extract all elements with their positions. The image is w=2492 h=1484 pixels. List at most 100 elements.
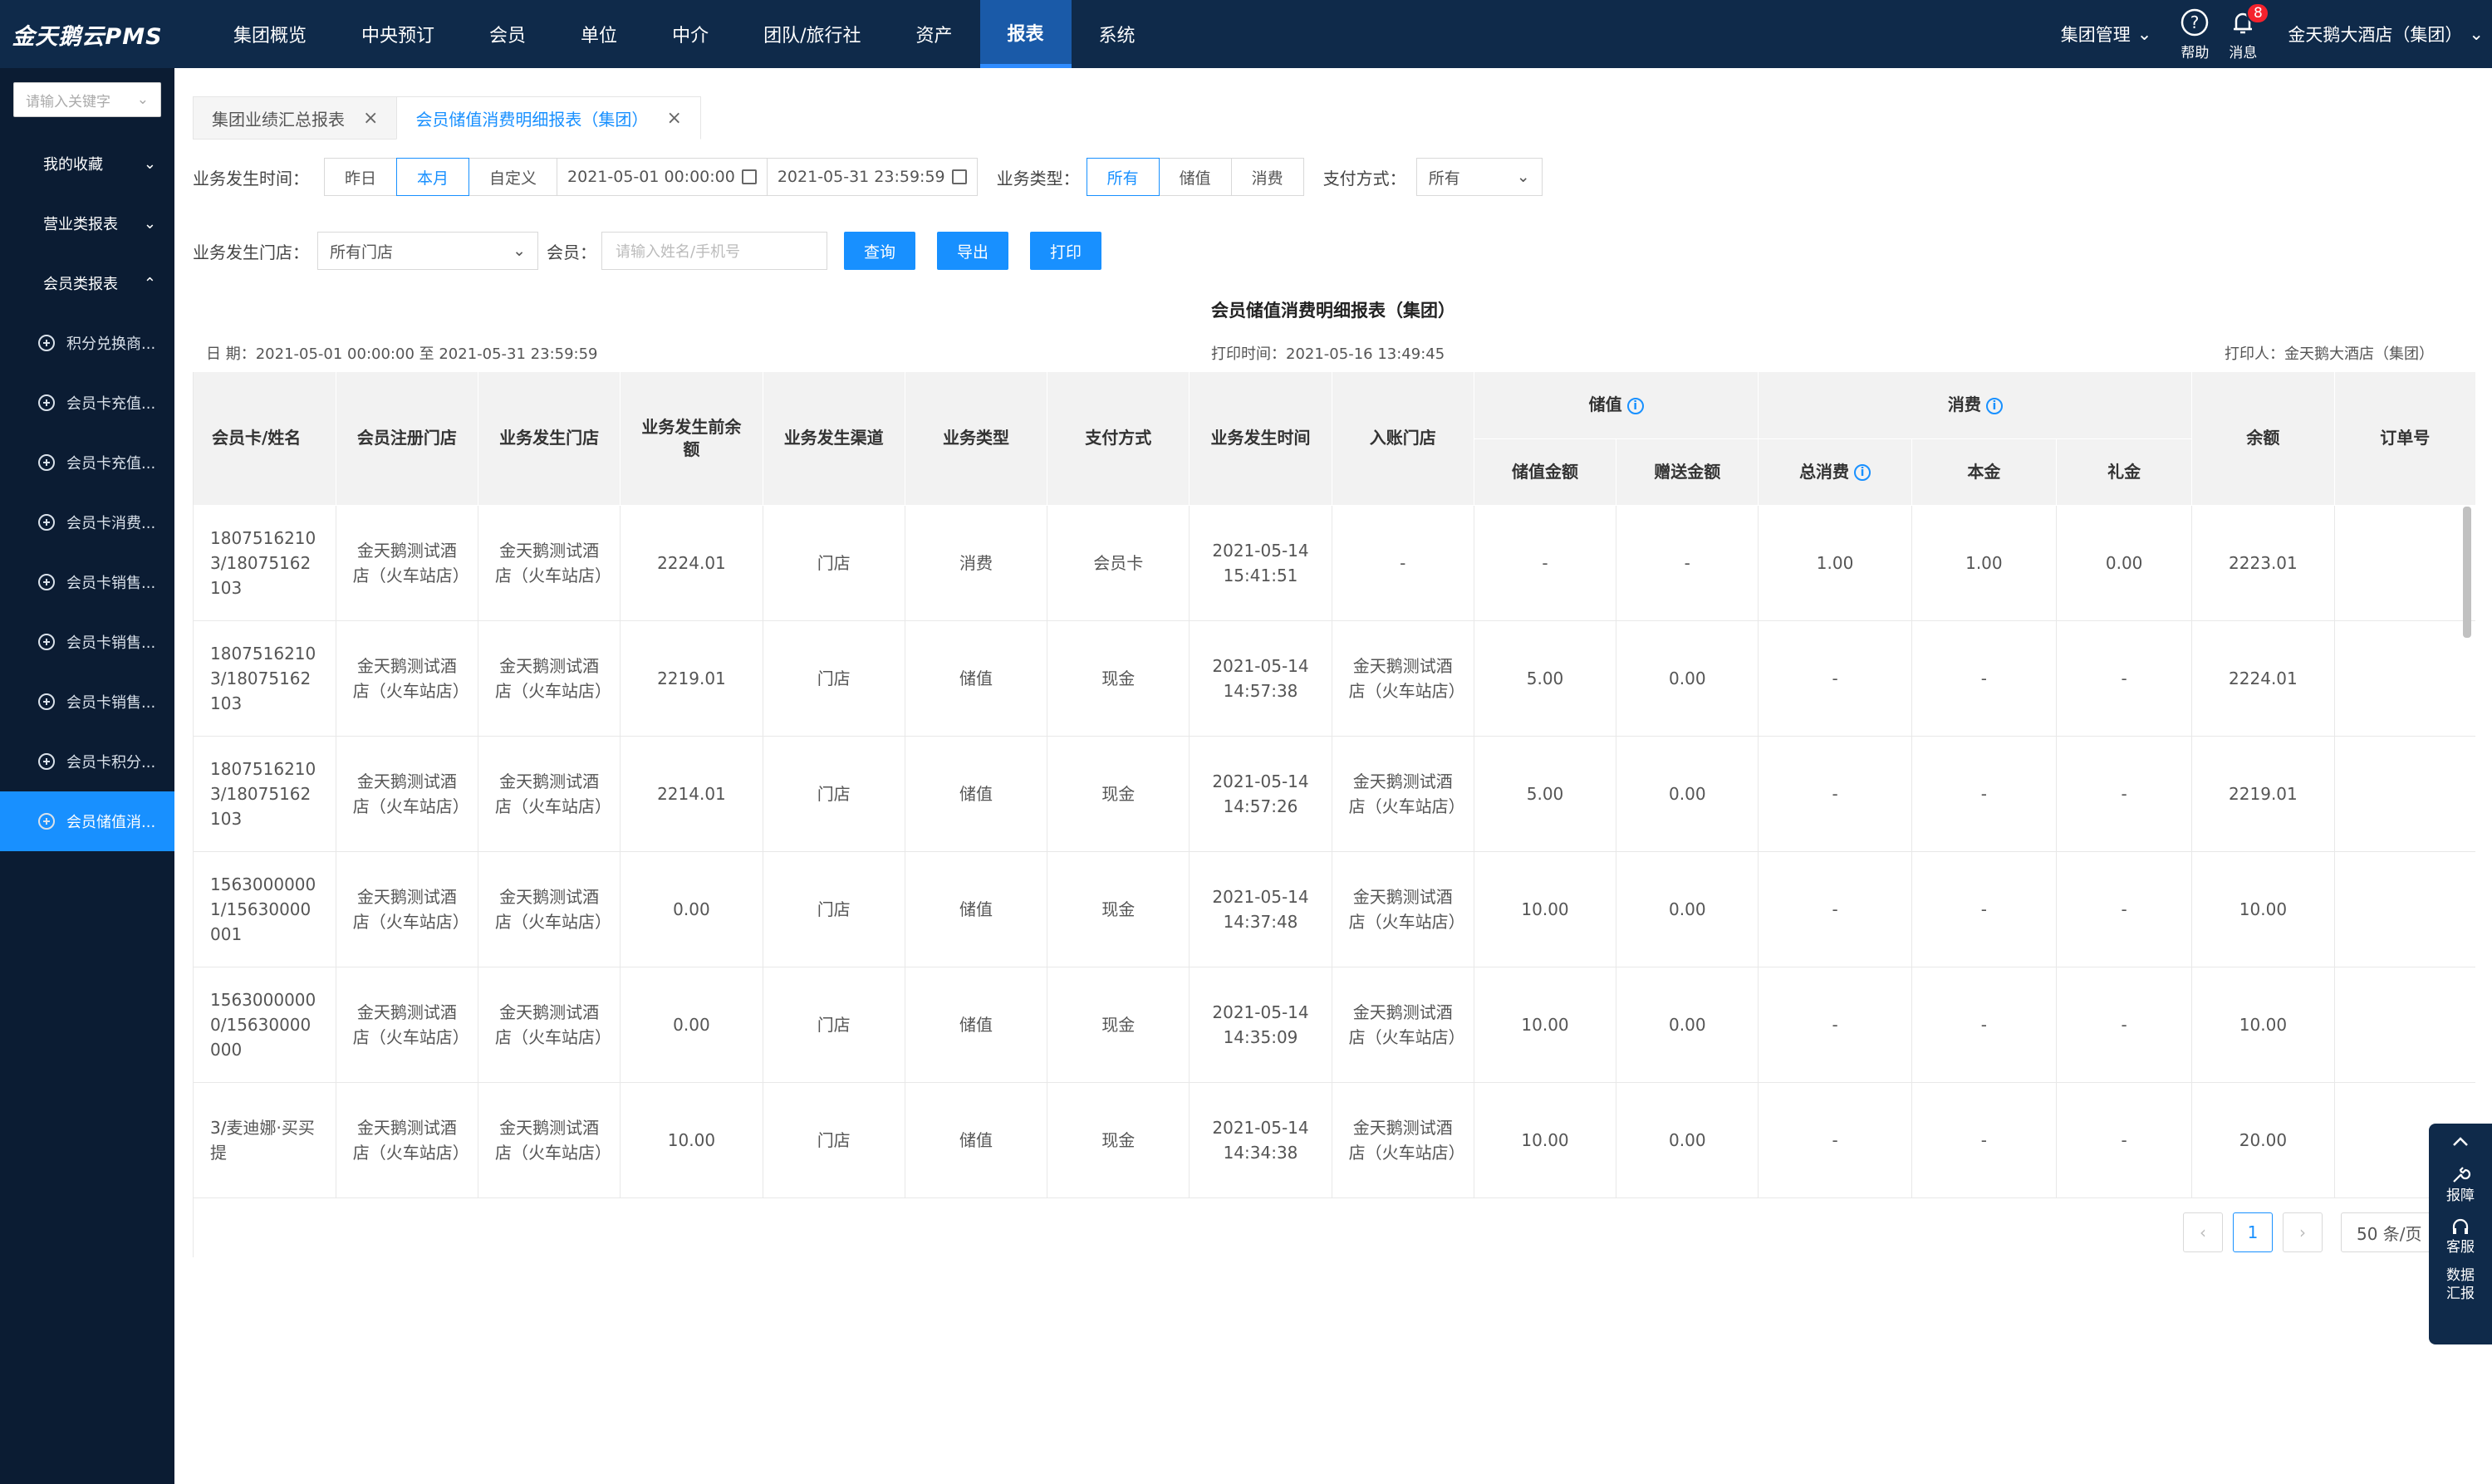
sidebar-item-2[interactable]: 会员卡充值... bbox=[0, 433, 174, 492]
sidebar-group-favorites[interactable]: 我的收藏 ⌄ bbox=[0, 134, 174, 193]
nav-item-4[interactable]: 中介 bbox=[645, 0, 736, 68]
plus-circle-icon bbox=[38, 514, 55, 531]
sidebar-item-3[interactable]: 会员卡消费... bbox=[0, 492, 174, 552]
time-range-segment: 昨日 本月 自定义 bbox=[324, 158, 558, 196]
table-cell-channel: 门店 bbox=[763, 851, 905, 967]
time-option-this-month[interactable]: 本月 bbox=[396, 158, 470, 196]
hotel-switcher[interactable]: 金天鹅大酒店（集团） ⌄ bbox=[2288, 22, 2484, 47]
main-nav: 集团概览 中央预订 会员 单位 中介 团队/旅行社 资产 报表 系统 bbox=[206, 0, 1163, 68]
prev-page-button[interactable]: ‹ bbox=[2183, 1212, 2223, 1252]
table-cell-reg: 金天鹅测试酒店（火车站店） bbox=[336, 851, 479, 967]
table-cell-balance: 10.00 bbox=[2191, 967, 2335, 1083]
report-print-time: 打印时间：2021-05-16 13:49:45 bbox=[1211, 345, 1445, 363]
chevron-up-icon: ⌃ bbox=[143, 274, 156, 292]
next-page-button[interactable]: › bbox=[2283, 1212, 2323, 1252]
info-icon[interactable]: i bbox=[1626, 397, 1644, 414]
close-icon[interactable]: × bbox=[363, 108, 378, 129]
info-icon[interactable]: i bbox=[1854, 464, 1871, 481]
chevron-up-icon bbox=[2453, 1137, 2468, 1146]
plus-circle-icon bbox=[38, 753, 55, 770]
member-search-input[interactable]: 请输入姓名/手机号 bbox=[601, 232, 827, 270]
table-row[interactable]: 3/麦迪娜·买买提 金天鹅测试酒店（火车站店） 金天鹅测试酒店（火车站店） 10.00… bbox=[194, 1082, 2475, 1198]
sidebar-search-input[interactable]: 请输入关键字 ⌄ bbox=[13, 82, 161, 117]
sidebar: 请输入关键字 ⌄ 我的收藏 ⌄ 营业类报表 ⌄ 会员类报表 ⌃ 积分兑换商... 会员卡… bbox=[0, 68, 174, 1484]
tab-member-stored-value[interactable]: 会员储值消费明细报表（集团） × bbox=[396, 96, 701, 140]
query-button[interactable]: 查询 bbox=[844, 232, 915, 270]
type-option-consume[interactable]: 消费 bbox=[1230, 158, 1304, 196]
sidebar-item-7[interactable]: 会员卡积分... bbox=[0, 732, 174, 791]
main-content: 集团业绩汇总报表 × 会员储值消费明细报表（集团） × 业务发生时间： 昨日 本月 … bbox=[174, 68, 2492, 1484]
table-cell-stored: 10.00 bbox=[1474, 967, 1617, 1083]
sidebar-item-6[interactable]: 会员卡销售... bbox=[0, 672, 174, 732]
table-row[interactable]: 15630000000/15630000000 金天鹅测试酒店（火车站店） 金天鹅测… bbox=[194, 967, 2475, 1083]
messages-button[interactable]: 消息 8 bbox=[2228, 2, 2270, 61]
table-scrollbar[interactable] bbox=[2463, 507, 2471, 638]
table-row[interactable]: 18075162103/18075162103 金天鹅测试酒店（火车站店） 金天鹅测… bbox=[194, 736, 2475, 852]
table-row[interactable]: 15630000001/15630000001 金天鹅测试酒店（火车站店） 金天鹅测… bbox=[194, 851, 2475, 967]
time-option-custom[interactable]: 自定义 bbox=[468, 158, 558, 196]
plus-circle-icon bbox=[38, 394, 55, 411]
nav-item-2[interactable]: 会员 bbox=[462, 0, 553, 68]
page-number-button[interactable]: 1 bbox=[2233, 1212, 2273, 1252]
table-cell-total: 1.00 bbox=[1758, 505, 1912, 621]
back-to-top-button[interactable] bbox=[2449, 1130, 2472, 1153]
filter-row-1: 业务发生时间： 昨日 本月 自定义 2021-05-01 00:00:00 20… bbox=[193, 158, 1543, 196]
table-cell-balance: 20.00 bbox=[2191, 1082, 2335, 1198]
table-cell-principal: - bbox=[1911, 851, 2058, 967]
customer-service-button[interactable]: 客服 bbox=[2446, 1215, 2475, 1256]
sidebar-item-label: 会员卡销售... bbox=[66, 634, 156, 652]
time-option-yesterday[interactable]: 昨日 bbox=[324, 158, 398, 196]
end-date-picker[interactable]: 2021-05-31 23:59:59 bbox=[766, 158, 978, 196]
table-cell-biz: 金天鹅测试酒店（火车站店） bbox=[478, 620, 621, 737]
app-logo[interactable]: 金天鹅云PMS bbox=[0, 0, 174, 68]
table-cell-balance: 2224.01 bbox=[2191, 620, 2335, 737]
nav-item-7[interactable]: 报表 bbox=[979, 0, 1072, 68]
nav-item-1[interactable]: 中央预订 bbox=[334, 0, 462, 68]
help-button[interactable]: ? 帮助 bbox=[2180, 7, 2210, 61]
sidebar-item-0[interactable]: 积分兑换商... bbox=[0, 313, 174, 373]
type-option-stored[interactable]: 储值 bbox=[1158, 158, 1232, 196]
report-table-container[interactable]: 会员卡/姓名 会员注册门店 业务发生门店 业务发生前余额 业务发生渠道 业务类型… bbox=[193, 372, 2475, 1257]
start-date-picker[interactable]: 2021-05-01 00:00:00 bbox=[557, 158, 768, 196]
table-cell-type: 储值 bbox=[905, 620, 1048, 737]
sidebar-items: 积分兑换商... 会员卡充值... 会员卡充值... 会员卡消费... 会员卡销售...… bbox=[0, 313, 174, 851]
report-issue-button[interactable]: 报障 bbox=[2446, 1163, 2475, 1205]
nav-item-5[interactable]: 团队/旅行社 bbox=[736, 0, 888, 68]
page-size-select[interactable]: 50 条/页 bbox=[2341, 1212, 2438, 1252]
data-report-button[interactable]: 数据汇报 bbox=[2444, 1266, 2477, 1303]
print-button[interactable]: 打印 bbox=[1030, 232, 1101, 270]
svg-text:?: ? bbox=[2190, 12, 2200, 32]
info-icon[interactable]: i bbox=[1985, 397, 2003, 414]
sidebar-group-member-reports[interactable]: 会员类报表 ⌃ bbox=[0, 253, 174, 313]
table-cell-type: 消费 bbox=[905, 505, 1048, 621]
table-row[interactable]: 18075162103/18075162103 金天鹅测试酒店（火车站店） 金天鹅测… bbox=[194, 620, 2475, 737]
table-cell-biz: 金天鹅测试酒店（火车站店） bbox=[478, 1082, 621, 1198]
table-cell-total: - bbox=[1758, 967, 1912, 1083]
nav-item-0[interactable]: 集团概览 bbox=[206, 0, 334, 68]
sidebar-group-business-reports[interactable]: 营业类报表 ⌄ bbox=[0, 193, 174, 253]
store-select[interactable]: 所有门店 ⌄ bbox=[317, 232, 538, 270]
tab-group-performance[interactable]: 集团业绩汇总报表 × bbox=[193, 96, 398, 140]
table-cell-time: 2021-05-14 14:35:09 bbox=[1189, 967, 1332, 1083]
payment-method-select[interactable]: 所有 ⌄ bbox=[1415, 158, 1543, 196]
table-cell-bonus: 0.00 bbox=[1616, 851, 1759, 967]
close-icon[interactable]: × bbox=[666, 108, 681, 129]
sidebar-item-5[interactable]: 会员卡销售... bbox=[0, 612, 174, 672]
sidebar-item-8[interactable]: 会员储值消... bbox=[0, 791, 174, 851]
chevron-down-icon: ⌄ bbox=[2136, 24, 2152, 44]
group-management-menu[interactable]: 集团管理 ⌄ bbox=[2061, 22, 2152, 47]
total-consume-label: 总消费 bbox=[1799, 461, 1850, 482]
nav-item-8[interactable]: 系统 bbox=[1072, 0, 1163, 68]
type-filter-label: 业务类型： bbox=[996, 168, 1080, 189]
type-option-all[interactable]: 所有 bbox=[1086, 158, 1160, 196]
table-cell-card: 18075162103/18075162103 bbox=[194, 505, 336, 621]
nav-item-3[interactable]: 单位 bbox=[553, 0, 645, 68]
export-button[interactable]: 导出 bbox=[937, 232, 1008, 270]
nav-item-6[interactable]: 资产 bbox=[889, 0, 980, 68]
table-cell-total: - bbox=[1758, 620, 1912, 737]
table-row[interactable]: 18075162103/18075162103 金天鹅测试酒店（火车站店） 金天鹅测… bbox=[194, 505, 2475, 621]
table-cell-acc: - bbox=[1332, 505, 1474, 621]
sidebar-item-1[interactable]: 会员卡充值... bbox=[0, 373, 174, 433]
sidebar-item-4[interactable]: 会员卡销售... bbox=[0, 552, 174, 612]
col-header-time: 业务发生时间 bbox=[1189, 372, 1332, 506]
